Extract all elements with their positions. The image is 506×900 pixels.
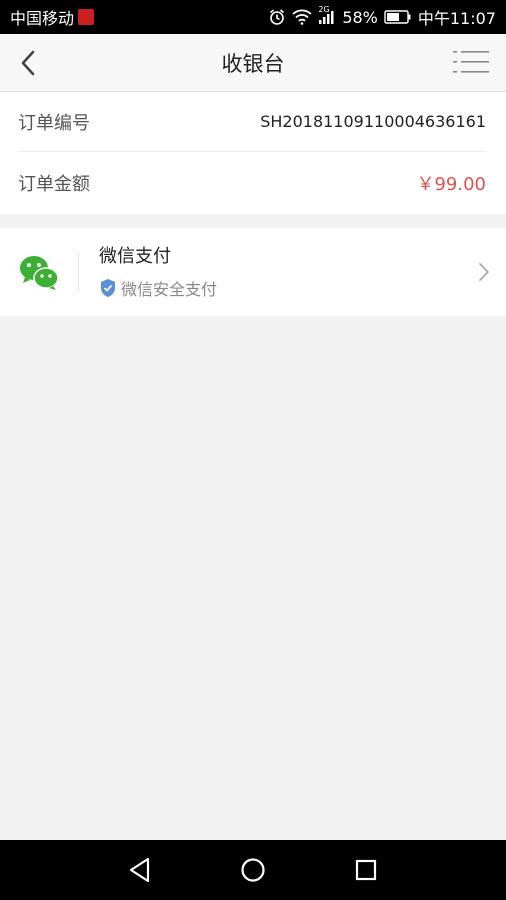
square-recent-icon bbox=[355, 859, 377, 881]
shield-check-icon bbox=[101, 279, 115, 297]
order-amount-label: 订单金额 bbox=[18, 174, 90, 195]
page-title: 收银台 bbox=[221, 51, 285, 76]
list-menu-icon bbox=[453, 51, 489, 73]
carrier-badge-icon bbox=[78, 9, 95, 25]
network-type: 2G bbox=[318, 5, 330, 14]
nav-home-button[interactable] bbox=[237, 854, 269, 886]
wifi-icon bbox=[292, 9, 312, 25]
menu-button[interactable] bbox=[450, 42, 492, 82]
order-info-card: 订单编号 SH20181109110004636161 订单金额 ￥99.00 bbox=[0, 92, 506, 214]
circle-home-icon bbox=[241, 858, 265, 882]
order-number-row: 订单编号 SH20181109110004636161 bbox=[18, 92, 486, 152]
chevron-left-icon bbox=[21, 50, 35, 76]
battery-percent: 58% bbox=[342, 7, 378, 27]
triangle-back-icon bbox=[129, 857, 150, 883]
payment-method-subtitle: 微信安全支付 bbox=[121, 280, 218, 299]
order-amount-row: 订单金额 ￥99.00 bbox=[18, 153, 486, 213]
clock: 中午11:07 bbox=[417, 9, 496, 28]
wechat-icon bbox=[20, 256, 59, 290]
payment-method-subtitle-row: 微信安全支付 bbox=[99, 276, 217, 300]
order-number-value: SH20181109110004636161 bbox=[260, 112, 486, 131]
payment-method-title: 微信支付 bbox=[99, 246, 171, 267]
alarm-icon bbox=[268, 8, 286, 26]
status-bar: 中国移动 2G 58% 中午11:07 bbox=[0, 0, 506, 34]
nav-back-button[interactable] bbox=[124, 854, 156, 886]
back-button[interactable] bbox=[8, 43, 48, 83]
order-number-label: 订单编号 bbox=[18, 112, 90, 134]
order-amount-value: ￥99.00 bbox=[416, 174, 486, 195]
header: 收银台 bbox=[0, 34, 506, 92]
chevron-right-icon bbox=[479, 263, 489, 281]
nav-recent-apps-button[interactable] bbox=[350, 854, 382, 886]
wechat-pay-option[interactable]: 微信支付 微信安全支付 bbox=[0, 228, 506, 316]
navigation-bar bbox=[0, 840, 506, 900]
battery-icon bbox=[384, 10, 412, 24]
signal-icon: 2G bbox=[318, 5, 336, 25]
carrier-name: 中国移动 bbox=[10, 9, 75, 28]
divider bbox=[78, 252, 79, 292]
